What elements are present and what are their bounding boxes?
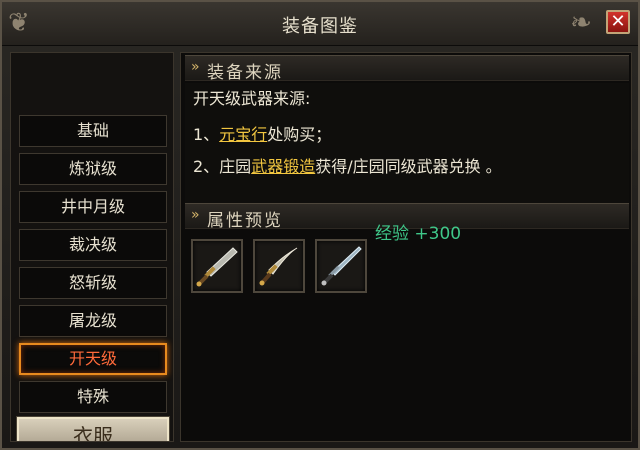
weapon-slot-3[interactable]	[315, 239, 367, 293]
weapon-slot-2[interactable]	[253, 239, 305, 293]
source-line-1: 1、元宝行处购买；	[193, 121, 331, 145]
subitem-basic[interactable]: 基础	[19, 115, 167, 147]
subitem-fury-slash[interactable]: 怒斩级	[19, 267, 167, 299]
broadsword-icon	[196, 247, 238, 287]
source-line-2: 2、庄园武器锻造获得/庄园同级武器兑换 。	[193, 153, 502, 177]
line2-suffix: 获得/庄园同级武器兑换 。	[315, 157, 502, 176]
subitem-judgement[interactable]: 裁决级	[19, 229, 167, 261]
subitem-special[interactable]: 特殊	[19, 381, 167, 413]
yuanbao-shop-link[interactable]: 元宝行	[219, 125, 267, 144]
preview-header-text: 属性预览	[207, 211, 283, 231]
detail-panel: » 装备来源 开天级武器来源: 1、元宝行处购买； 2、庄园武器锻造获得/庄园同…	[180, 52, 632, 442]
source-description: 开天级武器来源: 1、元宝行处购买； 2、庄园武器锻造获得/庄园同级武器兑换 。	[185, 83, 629, 207]
category-sidebar: 武器 基础 炼狱级 井中月级 裁决级 怒斩级 屠龙级 开天级 特殊 衣服	[10, 52, 174, 442]
subitem-purgatory[interactable]: 炼狱级	[19, 153, 167, 185]
section-arrow-icon: »	[191, 207, 200, 223]
weapon-forging-link[interactable]: 武器锻造	[251, 157, 315, 176]
source-header-text: 装备来源	[207, 63, 283, 83]
equipment-codex-window: ❦ 装备图鉴 ❧ ✕ 武器 基础 炼狱级 井中月级 裁决级 怒斩级 屠龙级 开天…	[0, 0, 640, 450]
exp-gain-popup: 经验 +300	[375, 224, 462, 244]
close-button[interactable]: ✕	[606, 10, 630, 34]
line1-prefix: 1、	[193, 125, 220, 144]
section-arrow-icon: »	[191, 59, 200, 75]
source-section-header: » 装备来源	[185, 55, 629, 83]
line1-suffix: 处购买；	[267, 125, 332, 144]
longsword-icon	[321, 246, 362, 286]
window-title: 装备图鉴	[282, 16, 358, 37]
title-bar: ❦ 装备图鉴 ❧ ✕	[2, 2, 638, 46]
right-ornament-icon: ❧	[570, 8, 592, 38]
weapon-slot-1[interactable]	[191, 239, 243, 293]
subitem-dragon-slayer[interactable]: 屠龙级	[19, 305, 167, 337]
subitem-kaitian-active[interactable]: 开天级	[19, 343, 167, 375]
curved-blade-icon	[259, 247, 298, 286]
subitem-well-moon[interactable]: 井中月级	[19, 191, 167, 223]
source-intro: 开天级武器来源:	[193, 89, 311, 108]
line2-prefix: 2、庄园	[193, 157, 252, 176]
category-clothing-button[interactable]: 衣服	[17, 417, 169, 441]
